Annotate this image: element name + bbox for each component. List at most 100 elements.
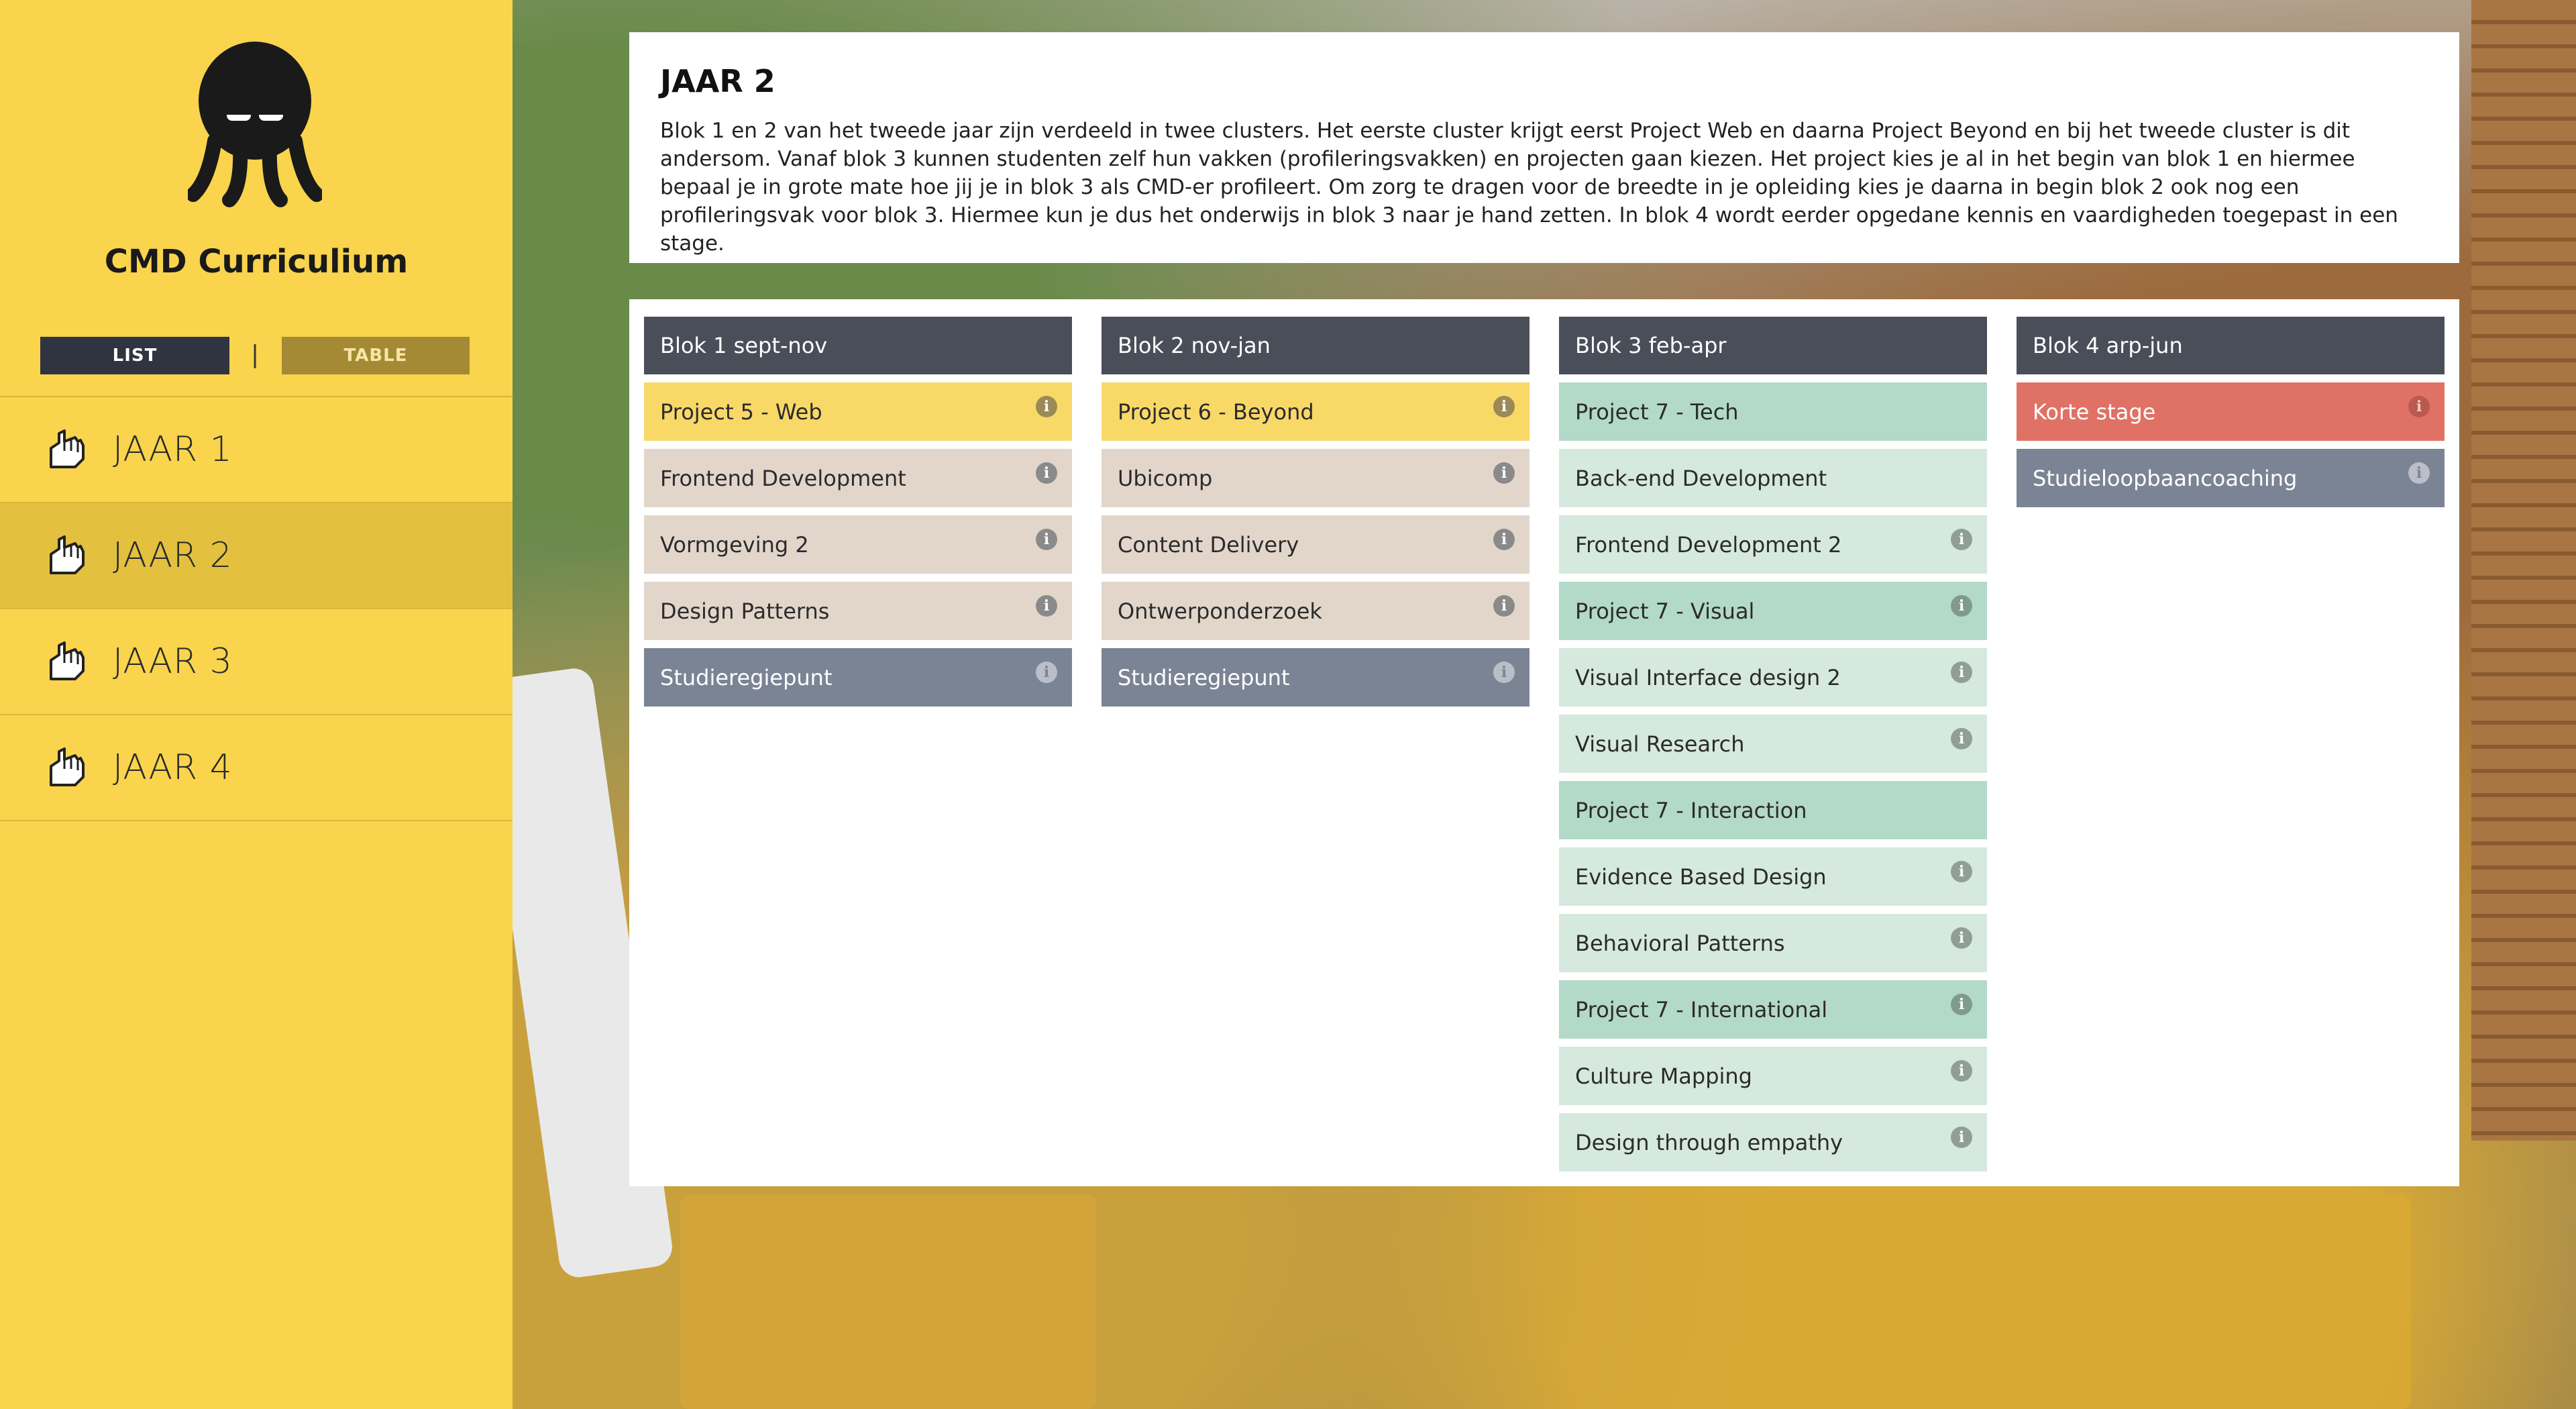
course-label: Studieregiepunt bbox=[660, 664, 833, 690]
info-icon[interactable]: i bbox=[1951, 1060, 1972, 1082]
view-toggle: LIST | TABLE bbox=[40, 337, 470, 374]
course-item[interactable]: Visual Research i bbox=[1559, 715, 1987, 773]
info-icon[interactable]: i bbox=[1036, 662, 1057, 683]
course-item[interactable]: Design through empathy i bbox=[1559, 1113, 1987, 1171]
block-header: Blok 2 nov-jan bbox=[1102, 317, 1529, 374]
block-header: Blok 1 sept-nov bbox=[644, 317, 1072, 374]
octopus-logo[interactable] bbox=[186, 40, 324, 208]
hand-pointer-icon bbox=[44, 746, 87, 789]
info-icon[interactable]: i bbox=[1951, 595, 1972, 617]
block-column: Blok 4 arp-jun Korte stage i Studieloopbaan… bbox=[2017, 317, 2445, 515]
block-column: Blok 3 feb-apr Project 7 - Tech Back-end D… bbox=[1559, 317, 1987, 1180]
toggle-separator: | bbox=[251, 341, 260, 368]
hand-pointer-icon bbox=[44, 640, 87, 683]
course-label: Visual Research bbox=[1575, 731, 1745, 757]
course-label: Frontend Development 2 bbox=[1575, 531, 1842, 558]
course-item[interactable]: Back-end Development bbox=[1559, 449, 1987, 507]
course-label: Evidence Based Design bbox=[1575, 864, 1827, 890]
course-label: Studieregiepunt bbox=[1118, 664, 1290, 690]
table-view-button[interactable]: TABLE bbox=[282, 337, 470, 374]
course-label: Design through empathy bbox=[1575, 1129, 1843, 1155]
course-item[interactable]: Behavioral Patterns i bbox=[1559, 914, 1987, 972]
course-item[interactable]: Project 7 - Tech bbox=[1559, 382, 1987, 441]
course-label: Project 7 - Visual bbox=[1575, 598, 1755, 624]
list-view-button[interactable]: LIST bbox=[40, 337, 229, 374]
background-wall bbox=[2471, 0, 2576, 1141]
info-icon[interactable]: i bbox=[1036, 529, 1057, 550]
course-item[interactable]: Project 7 - Interaction bbox=[1559, 781, 1987, 839]
info-icon[interactable]: i bbox=[1493, 529, 1515, 550]
nav-item-jaar-3[interactable]: JAAR 3 bbox=[0, 608, 513, 714]
info-icon[interactable]: i bbox=[1951, 994, 1972, 1015]
info-icon[interactable]: i bbox=[1036, 396, 1057, 417]
course-label: Visual Interface design 2 bbox=[1575, 664, 1841, 690]
course-item[interactable]: Content Delivery i bbox=[1102, 515, 1529, 574]
course-label: Project 6 - Beyond bbox=[1118, 399, 1314, 425]
info-icon[interactable]: i bbox=[2408, 462, 2430, 484]
info-icon[interactable]: i bbox=[1036, 462, 1057, 484]
course-label: Content Delivery bbox=[1118, 531, 1299, 558]
course-item[interactable]: Studieregiepunt i bbox=[1102, 648, 1529, 707]
nav-label: JAAR 2 bbox=[113, 535, 233, 576]
info-icon[interactable]: i bbox=[2408, 396, 2430, 417]
course-label: Korte stage bbox=[2033, 399, 2156, 425]
info-icon[interactable]: i bbox=[1951, 927, 1972, 949]
course-label: Project 7 - Interaction bbox=[1575, 797, 1807, 823]
nav-label: JAAR 1 bbox=[113, 429, 233, 470]
info-icon[interactable]: i bbox=[1951, 861, 1972, 882]
course-item[interactable]: Visual Interface design 2 i bbox=[1559, 648, 1987, 707]
nav-item-jaar-2[interactable]: JAAR 2 bbox=[0, 502, 513, 608]
blocks-board: Blok 1 sept-nov Project 5 - Web i Frontend … bbox=[629, 299, 2459, 1186]
block-column: Blok 2 nov-jan Project 6 - Beyond i Ubicomp… bbox=[1102, 317, 1529, 715]
course-label: Project 7 - Tech bbox=[1575, 399, 1739, 425]
info-icon[interactable]: i bbox=[1951, 728, 1972, 749]
block-column: Blok 1 sept-nov Project 5 - Web i Frontend … bbox=[644, 317, 1072, 715]
year-nav: JAAR 1 JAAR 2 JAAR 3 JAAR 4 bbox=[0, 396, 513, 821]
info-icon[interactable]: i bbox=[1036, 595, 1057, 617]
app-title: CMD Curriculium bbox=[104, 243, 409, 280]
course-item[interactable]: Project 5 - Web i bbox=[644, 382, 1072, 441]
hand-pointer-icon bbox=[44, 534, 87, 577]
course-label: Vormgeving 2 bbox=[660, 531, 809, 558]
page-title: JAAR 2 bbox=[660, 63, 775, 99]
year-intro-panel: JAAR 2 Blok 1 en 2 van het tweede jaar z… bbox=[629, 32, 2459, 263]
info-icon[interactable]: i bbox=[1493, 396, 1515, 417]
course-label: Project 7 - International bbox=[1575, 996, 1828, 1023]
hand-pointer-icon bbox=[44, 428, 87, 471]
block-header: Blok 3 feb-apr bbox=[1559, 317, 1987, 374]
info-icon[interactable]: i bbox=[1493, 662, 1515, 683]
info-icon[interactable]: i bbox=[1951, 662, 1972, 683]
info-icon[interactable]: i bbox=[1951, 529, 1972, 550]
course-label: Behavioral Patterns bbox=[1575, 930, 1785, 956]
course-item[interactable]: Studieregiepunt i bbox=[644, 648, 1072, 707]
info-icon[interactable]: i bbox=[1493, 462, 1515, 484]
nav-item-jaar-1[interactable]: JAAR 1 bbox=[0, 396, 513, 502]
course-item[interactable]: Evidence Based Design i bbox=[1559, 847, 1987, 906]
course-label: Studieloopbaancoaching bbox=[2033, 465, 2298, 491]
info-icon[interactable]: i bbox=[1951, 1127, 1972, 1148]
course-item[interactable]: Ontwerponderzoek i bbox=[1102, 582, 1529, 640]
background-bench bbox=[680, 1194, 1096, 1409]
course-item[interactable]: Frontend Development i bbox=[644, 449, 1072, 507]
course-item[interactable]: Vormgeving 2 i bbox=[644, 515, 1072, 574]
course-label: Culture Mapping bbox=[1575, 1063, 1752, 1089]
sidebar: CMD Curriculium LIST | TABLE JAAR 1 JAAR… bbox=[0, 0, 513, 1409]
course-item[interactable]: Studieloopbaancoaching i bbox=[2017, 449, 2445, 507]
course-item[interactable]: Ubicomp i bbox=[1102, 449, 1529, 507]
course-item[interactable]: Culture Mapping i bbox=[1559, 1047, 1987, 1105]
nav-item-jaar-4[interactable]: JAAR 4 bbox=[0, 714, 513, 821]
course-label: Design Patterns bbox=[660, 598, 830, 624]
course-item[interactable]: Project 6 - Beyond i bbox=[1102, 382, 1529, 441]
nav-label: JAAR 4 bbox=[113, 747, 233, 788]
course-item[interactable]: Frontend Development 2 i bbox=[1559, 515, 1987, 574]
background-bench bbox=[1740, 1194, 2411, 1409]
year-description: Blok 1 en 2 van het tweede jaar zijn ver… bbox=[660, 119, 2398, 256]
course-item[interactable]: Korte stage i bbox=[2017, 382, 2445, 441]
course-item[interactable]: Project 7 - Visual i bbox=[1559, 582, 1987, 640]
course-item[interactable]: Design Patterns i bbox=[644, 582, 1072, 640]
course-label: Ontwerponderzoek bbox=[1118, 598, 1322, 624]
course-item[interactable]: Project 7 - International i bbox=[1559, 980, 1987, 1039]
info-icon[interactable]: i bbox=[1493, 595, 1515, 617]
course-label: Ubicomp bbox=[1118, 465, 1213, 491]
course-label: Back-end Development bbox=[1575, 465, 1827, 491]
